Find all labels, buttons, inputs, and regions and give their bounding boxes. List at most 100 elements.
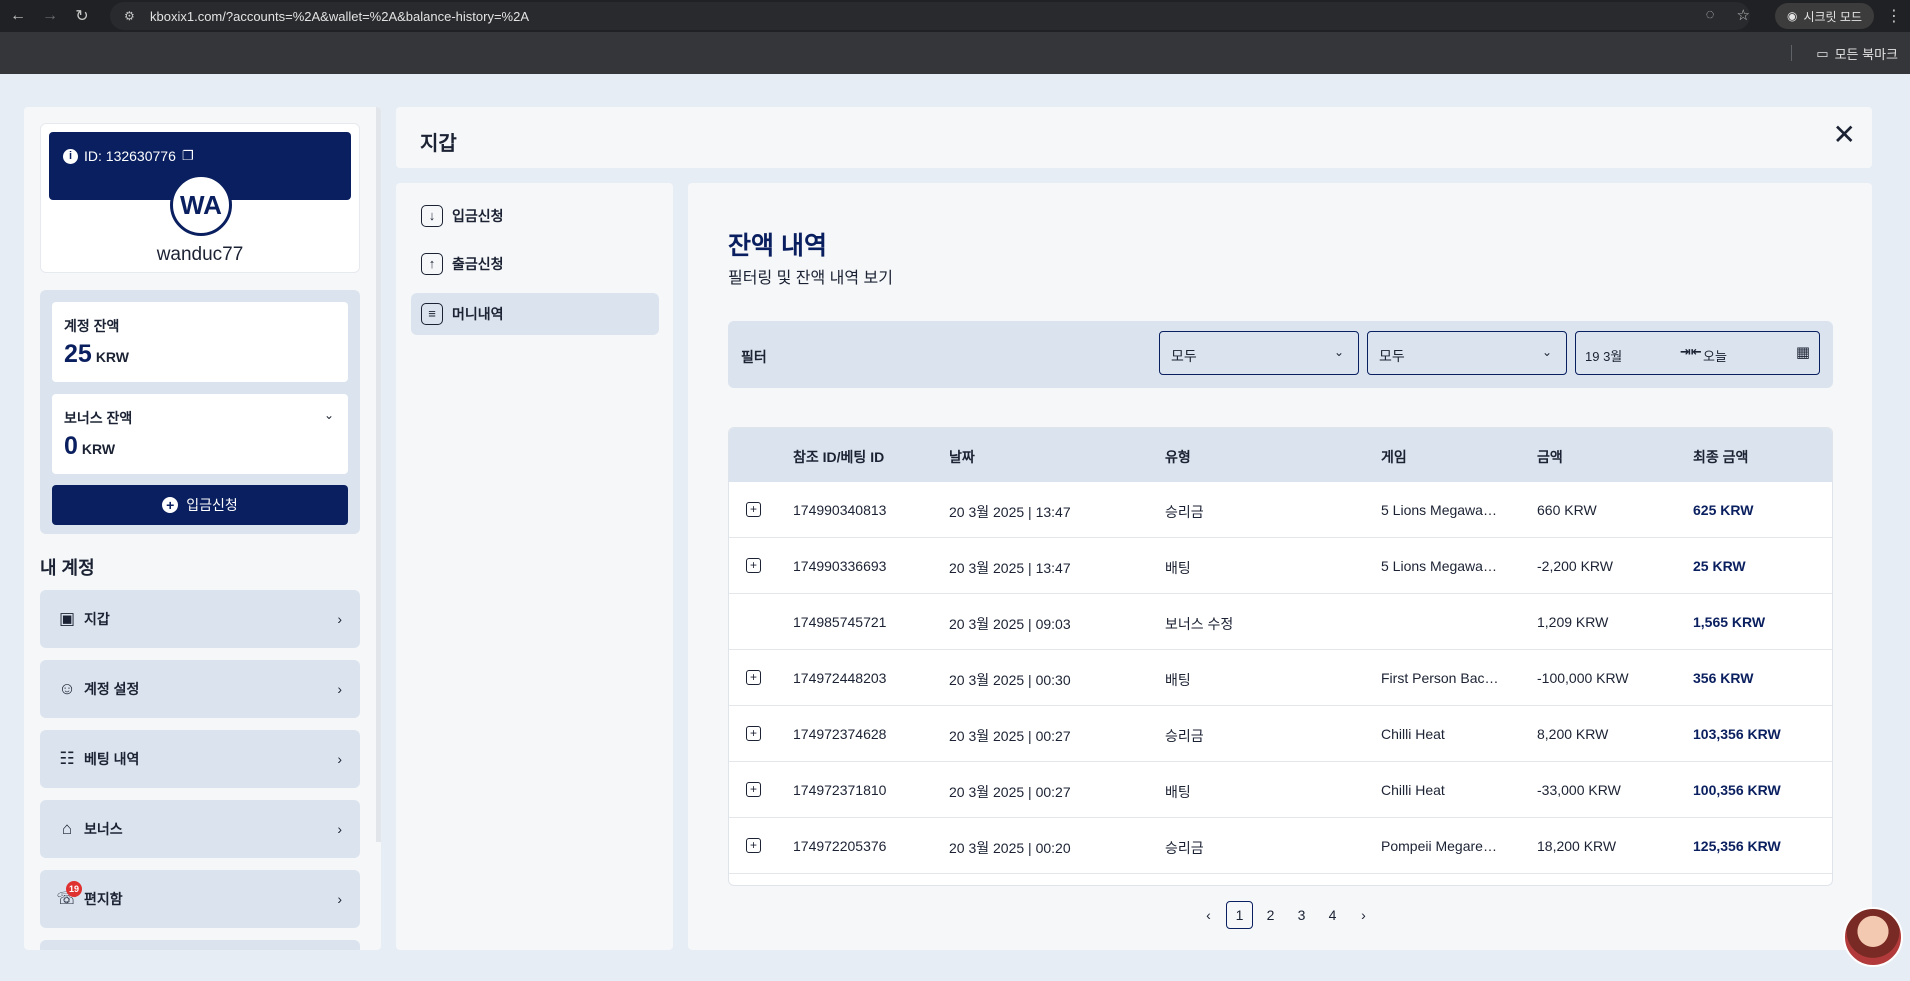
expand-row-icon[interactable]: + — [746, 558, 761, 573]
prev-page-icon[interactable]: ‹ — [1195, 901, 1222, 929]
cell-game: First Person Bac… — [1381, 670, 1499, 686]
bonus-balance-value: 0 KRW — [64, 432, 115, 461]
date-to: 오늘 — [1703, 349, 1727, 364]
deposit-button[interactable]: + 입금신청 — [52, 485, 348, 525]
column-header-date: 날짜 — [949, 449, 975, 465]
filter-select-1[interactable]: 모두 ⌄ — [1159, 331, 1359, 375]
close-icon[interactable]: ✕ — [1833, 121, 1856, 149]
arrows-in-icon: ⇥⇤ — [1680, 344, 1702, 359]
cell-id: 174972374628 — [793, 726, 887, 742]
nav-label: 머니내역 — [452, 306, 504, 322]
page-4-button[interactable]: 4 — [1319, 901, 1346, 929]
balance-box: 계정 잔액 25 KRW 보너스 잔액 ⌄ 0 KRW + 입금신청 — [40, 290, 360, 534]
page-3-button[interactable]: 3 — [1288, 901, 1315, 929]
cell-game: Pompeii Megare… — [1381, 838, 1497, 854]
filter-select-2[interactable]: 모두 ⌄ — [1367, 331, 1567, 375]
cell-date: 20 3월 2025 | 00:20 — [949, 840, 1071, 856]
bonus-balance-number: 0 — [64, 432, 78, 460]
sidebar-item-more[interactable] — [40, 940, 360, 950]
balance-history-panel: 잔액 내역 필터링 및 잔액 내역 보기 필터 모두 ⌄ 모두 ⌄ 19 3월 … — [688, 183, 1872, 950]
sidebar-item-inbox[interactable]: ☏ 19 편지함 › — [40, 870, 360, 928]
sidebar-item-bet-history[interactable]: ☷ 베팅 내역 › — [40, 730, 360, 788]
sidebar-item-label: 계정 설정 — [84, 681, 140, 697]
column-header-game: 게임 — [1381, 449, 1407, 465]
table-row[interactable]: +174972205376 20 3월 2025 | 00:20 승리금 Pompei… — [729, 818, 1832, 874]
table-row[interactable]: 174985745721 20 3월 2025 | 09:03 보너스 수정 1,20… — [729, 594, 1832, 650]
page-1-button[interactable]: 1 — [1226, 901, 1253, 929]
sidebar-item-account-settings[interactable]: ☺ 계정 설정 › — [40, 660, 360, 718]
all-bookmarks-button[interactable]: ▭ 모든 북마크 — [1816, 44, 1898, 63]
cell-id: 174990340813 — [793, 502, 887, 518]
calendar-icon[interactable]: ▦ — [1796, 343, 1810, 361]
page-title: 지갑 — [420, 133, 457, 155]
table-row[interactable]: +174990340813 20 3월 2025 | 13:47 승리금 5 Lion… — [729, 482, 1832, 538]
cell-type: 승리금 — [1165, 504, 1204, 520]
download-icon: ↓ — [421, 205, 443, 227]
table-row[interactable]: +174972448203 20 3월 2025 | 00:30 배팅 First P… — [729, 650, 1832, 706]
nav-deposit[interactable]: ↓ 입금신청 — [411, 195, 659, 237]
cell-date: 20 3월 2025 | 00:30 — [949, 672, 1071, 688]
expand-row-icon[interactable]: + — [746, 838, 761, 853]
browser-toolbar: ← → ↻ ⚙ kboxix1.com/?accounts=%2A&wallet… — [0, 0, 1910, 32]
cell-amount: 1,209 KRW — [1537, 614, 1609, 630]
profile-id-text: ID: 132630776 — [84, 148, 176, 164]
nav-money-history[interactable]: ≡ 머니내역 — [411, 293, 659, 335]
chevron-down-icon[interactable]: ⌄ — [324, 408, 334, 422]
table-row[interactable]: +174972371810 20 3월 2025 | 00:27 배팅 Chilli … — [729, 762, 1832, 818]
info-icon: i — [63, 148, 78, 164]
document-icon: ≡ — [421, 303, 443, 325]
eye-off-icon[interactable]: ◌ — [1706, 6, 1715, 24]
nav-label: 출금신청 — [452, 256, 504, 272]
upload-icon: ↑ — [421, 253, 443, 275]
reload-icon[interactable]: ↻ — [68, 2, 96, 30]
copy-icon[interactable]: ❐ — [182, 148, 194, 164]
profile-id: i ID: 132630776 ❐ — [63, 148, 194, 164]
expand-row-icon[interactable]: + — [746, 502, 761, 517]
chevron-right-icon: › — [337, 681, 342, 697]
bonus-balance-card: 보너스 잔액 ⌄ 0 KRW — [52, 394, 348, 474]
cell-id: 174985745721 — [793, 614, 887, 630]
cell-date: 20 3월 2025 | 00:27 — [949, 728, 1071, 744]
forward-icon[interactable]: → — [36, 2, 64, 30]
section-title: 잔액 내역 — [728, 232, 827, 260]
date-range-picker[interactable]: 19 3월 ⇥⇤ 오늘 ▦ — [1575, 331, 1820, 375]
sidebar-item-label: 지갑 — [84, 611, 110, 627]
bonus-balance-currency: KRW — [81, 441, 116, 457]
more-menu-icon[interactable]: ⋮ — [1886, 6, 1902, 26]
site-settings-icon[interactable]: ⚙ — [124, 9, 144, 23]
cell-final: 25 KRW — [1693, 558, 1746, 574]
cell-amount: -33,000 KRW — [1537, 782, 1621, 798]
all-bookmarks-label: 모든 북마크 — [1834, 47, 1898, 62]
page-2-button[interactable]: 2 — [1257, 901, 1284, 929]
expand-row-icon[interactable]: + — [746, 726, 761, 741]
table-row[interactable]: +174990336693 20 3월 2025 | 13:47 배팅 5 Lions… — [729, 538, 1832, 594]
column-header-id: 참조 ID/베팅 ID — [793, 449, 885, 465]
next-page-icon[interactable]: › — [1350, 901, 1377, 929]
wallet-nav: ↓ 입금신청 ↑ 출금신청 ≡ 머니내역 — [396, 183, 673, 950]
chevron-right-icon: › — [337, 891, 342, 907]
expand-row-icon[interactable]: + — [746, 782, 761, 797]
avatar: WA — [170, 174, 232, 236]
star-icon[interactable]: ☆ — [1737, 6, 1750, 24]
bookmarks-bar: ▭ 모든 북마크 — [0, 32, 1910, 74]
account-balance-number: 25 — [64, 340, 92, 368]
address-bar[interactable]: ⚙ kboxix1.com/?accounts=%2A&wallet=%2A&b… — [110, 2, 1750, 30]
table-row[interactable]: +174972374628 20 3월 2025 | 00:27 승리금 Chilli… — [729, 706, 1832, 762]
incognito-icon: ◉ — [1786, 9, 1798, 23]
back-icon[interactable]: ← — [4, 2, 32, 30]
cell-amount: 18,200 KRW — [1537, 838, 1617, 854]
wallet-header: 지갑 ✕ — [396, 107, 1872, 168]
date-from: 19 3월 — [1585, 349, 1623, 364]
cell-type: 승리금 — [1165, 840, 1204, 856]
sidebar-item-wallet[interactable]: ▣ 지갑 › — [40, 590, 360, 648]
incognito-badge[interactable]: ◉ 시크릿 모드 — [1774, 3, 1874, 29]
deposit-button-label: 입금신청 — [186, 497, 238, 513]
scrollbar[interactable] — [376, 107, 381, 842]
nav-withdraw[interactable]: ↑ 출금신청 — [411, 243, 659, 285]
expand-row-icon[interactable]: + — [746, 670, 761, 685]
sidebar-item-bonus[interactable]: ⌂ 보너스 › — [40, 800, 360, 858]
sidebar-item-label: 베팅 내역 — [84, 751, 140, 767]
section-subtitle: 필터링 및 잔액 내역 보기 — [728, 270, 893, 287]
support-chat-avatar[interactable] — [1843, 907, 1903, 967]
my-account-title: 내 계정 — [40, 558, 95, 578]
